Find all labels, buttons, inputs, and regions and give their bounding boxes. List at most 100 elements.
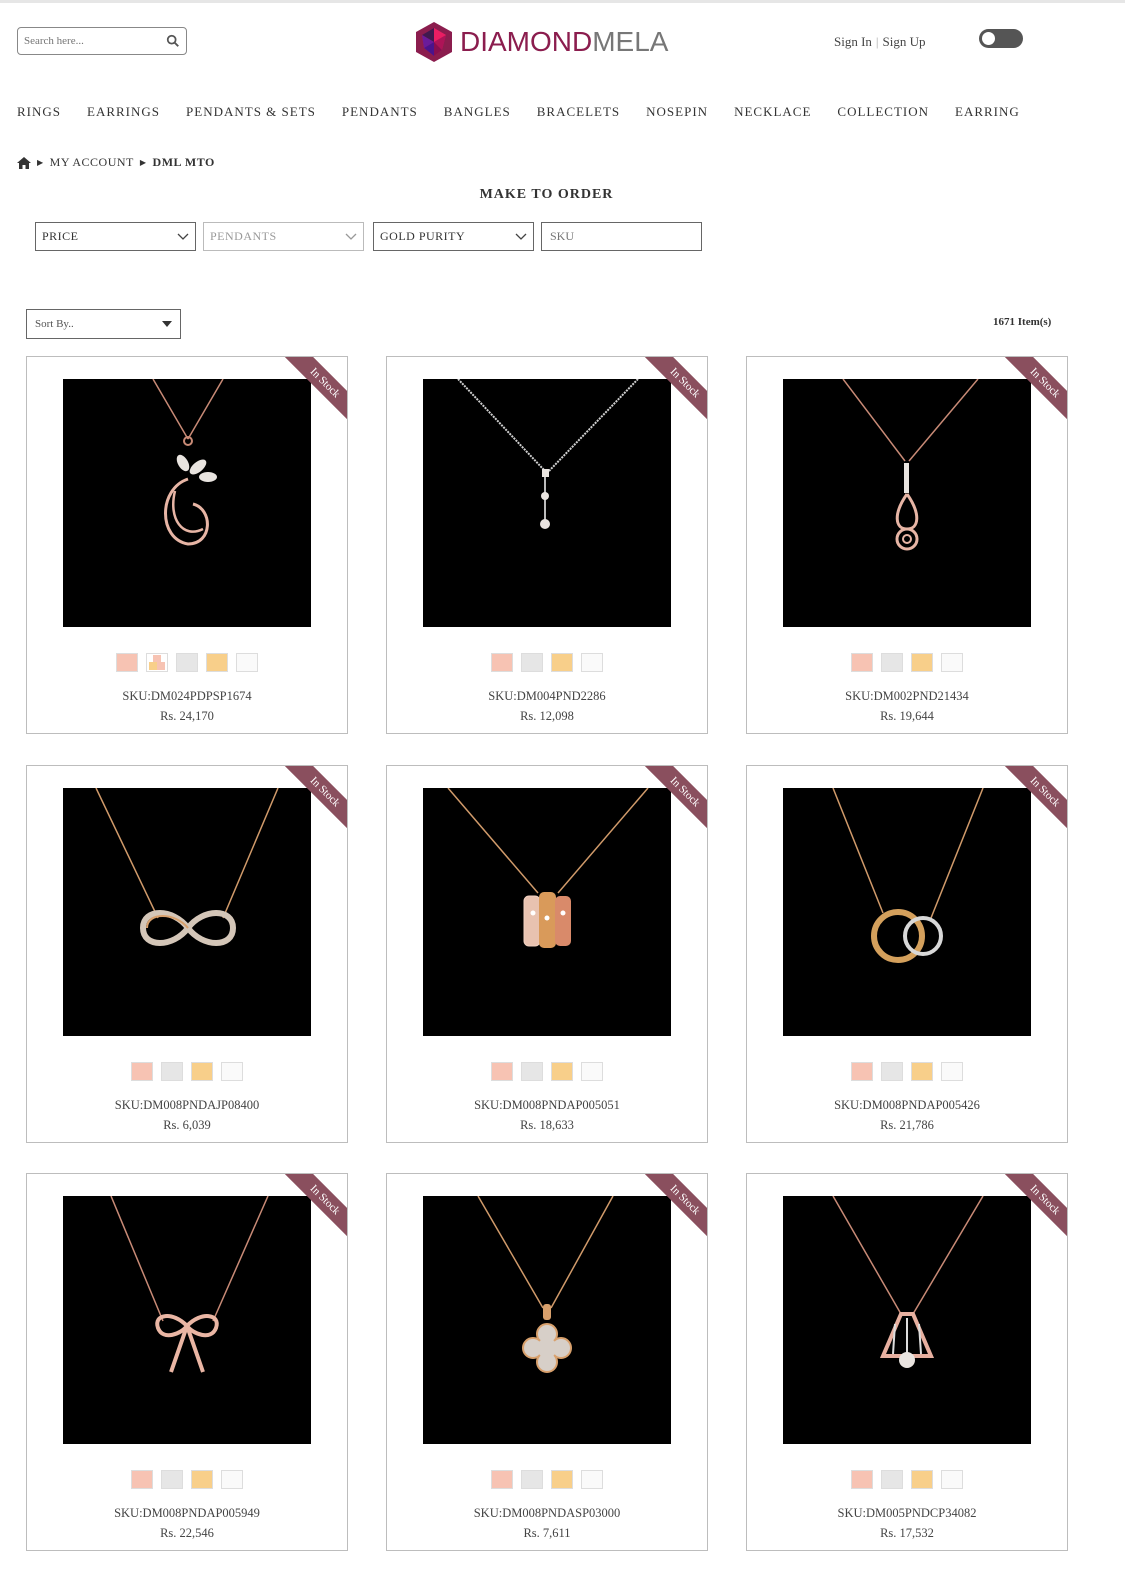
swatch-white[interactable] xyxy=(881,653,903,672)
in-stock-ribbon: In Stock xyxy=(637,766,707,836)
in-stock-ribbon: In Stock xyxy=(997,766,1067,836)
product-image[interactable] xyxy=(63,379,311,627)
product-image[interactable] xyxy=(783,788,1031,1036)
nav-item-necklace[interactable]: NECKLACE xyxy=(734,104,811,120)
brand-logo[interactable]: DIAMONDMELA xyxy=(412,18,668,66)
product-price: Rs. 21,786 xyxy=(880,1118,934,1132)
swatch-plat[interactable] xyxy=(581,1470,603,1489)
swatch-white[interactable] xyxy=(176,653,198,672)
metal-color-swatches xyxy=(27,1470,347,1489)
search-icon[interactable] xyxy=(166,34,180,48)
product-card[interactable]: In Stock SKU:DM002PND21434 Rs. 19,644 xyxy=(746,356,1068,734)
metal-color-swatches xyxy=(747,1470,1067,1489)
swatch-plat[interactable] xyxy=(581,653,603,672)
metal-color-swatches xyxy=(747,1062,1067,1081)
product-card[interactable]: In Stock SKU:DM008PNDAP005949 Rs. 22,546 xyxy=(26,1173,348,1551)
product-image[interactable] xyxy=(423,379,671,627)
in-stock-label: In Stock xyxy=(1002,1174,1067,1243)
swatch-plat[interactable] xyxy=(236,653,258,672)
swatch-rose[interactable] xyxy=(116,653,138,672)
swatch-rose[interactable] xyxy=(491,1470,513,1489)
category-filter[interactable]: PENDANTS xyxy=(203,222,364,251)
category-filter-label: PENDANTS xyxy=(210,229,277,243)
swatch-yellow[interactable] xyxy=(191,1470,213,1489)
swatch-white[interactable] xyxy=(521,1470,543,1489)
swatch-yellow[interactable] xyxy=(911,653,933,672)
swatch-plat[interactable] xyxy=(581,1062,603,1081)
nav-item-collection[interactable]: COLLECTION xyxy=(837,104,929,120)
swatch-yellow[interactable] xyxy=(551,1062,573,1081)
product-card[interactable]: In Stock SKU:DM005PNDCP34082 Rs. 17,532 xyxy=(746,1173,1068,1551)
product-price: Rs. 7,611 xyxy=(523,1526,571,1540)
swatch-yellow[interactable] xyxy=(206,653,228,672)
swatch-rose[interactable] xyxy=(851,653,873,672)
nav-item-earring[interactable]: EARRING xyxy=(955,104,1020,120)
in-stock-ribbon: In Stock xyxy=(637,357,707,427)
nav-item-pendants-sets[interactable]: PENDANTS & SETS xyxy=(186,104,316,120)
search-input[interactable] xyxy=(24,35,166,47)
swatch-plat[interactable] xyxy=(941,1470,963,1489)
gold-purity-filter[interactable]: GOLD PURITY xyxy=(373,222,534,251)
product-price: Rs. 6,039 xyxy=(163,1118,211,1132)
nav-item-bangles[interactable]: BANGLES xyxy=(444,104,511,120)
swatch-rose[interactable] xyxy=(131,1470,153,1489)
diamond-logo-icon xyxy=(416,22,452,62)
nav-item-bracelets[interactable]: BRACELETS xyxy=(537,104,620,120)
in-stock-label: In Stock xyxy=(1002,766,1067,835)
nav-item-earrings[interactable]: EARRINGS xyxy=(87,104,160,120)
product-card[interactable]: In Stock SKU:DM008PNDAP005051 Rs. 18,633 xyxy=(386,765,708,1143)
swatch-yellow[interactable] xyxy=(551,1470,573,1489)
in-stock-ribbon: In Stock xyxy=(277,766,347,836)
swatch-yellow[interactable] xyxy=(911,1470,933,1489)
breadcrumb-my-account[interactable]: MY ACCOUNT xyxy=(50,155,134,170)
swatch-white[interactable] xyxy=(521,653,543,672)
theme-toggle[interactable] xyxy=(979,29,1023,48)
chevron-down-icon xyxy=(345,233,357,240)
swatch-plat[interactable] xyxy=(221,1470,243,1489)
product-image[interactable] xyxy=(63,788,311,1036)
swatch-white[interactable] xyxy=(881,1062,903,1081)
product-card[interactable]: In Stock SKU:DM008PNDASP03000 Rs. 7,611 xyxy=(386,1173,708,1551)
sign-up-link[interactable]: Sign Up xyxy=(883,34,926,50)
home-icon[interactable] xyxy=(17,156,31,169)
product-image[interactable] xyxy=(783,379,1031,627)
swatch-yellow[interactable] xyxy=(191,1062,213,1081)
search-box[interactable] xyxy=(17,27,187,55)
product-image[interactable] xyxy=(63,1196,311,1444)
swatch-yellow[interactable] xyxy=(551,653,573,672)
swatch-rose[interactable] xyxy=(491,1062,513,1081)
price-filter[interactable]: PRICE xyxy=(35,222,196,251)
sku-input[interactable] xyxy=(541,222,702,251)
product-card[interactable]: In Stock SKU:DM008PNDAP005426 Rs. 21,786 xyxy=(746,765,1068,1143)
product-image[interactable] xyxy=(783,1196,1031,1444)
nav-item-pendants[interactable]: PENDANTS xyxy=(342,104,418,120)
swatch-multi[interactable] xyxy=(146,653,168,672)
swatch-plat[interactable] xyxy=(941,1062,963,1081)
product-sku: SKU:DM005PNDCP34082 xyxy=(837,1506,977,1520)
swatch-white[interactable] xyxy=(521,1062,543,1081)
nav-item-nosepin[interactable]: NOSEPIN xyxy=(646,104,708,120)
swatch-yellow[interactable] xyxy=(911,1062,933,1081)
swatch-rose[interactable] xyxy=(131,1062,153,1081)
swatch-rose[interactable] xyxy=(491,653,513,672)
swatch-rose[interactable] xyxy=(851,1062,873,1081)
sign-in-link[interactable]: Sign In xyxy=(834,34,872,50)
in-stock-ribbon: In Stock xyxy=(277,1174,347,1244)
product-image[interactable] xyxy=(423,1196,671,1444)
product-price: Rs. 17,532 xyxy=(880,1526,934,1540)
swatch-white[interactable] xyxy=(161,1470,183,1489)
product-card[interactable]: In Stock SKU:DM024PDPSP1674 Rs. 24,170 xyxy=(26,356,348,734)
swatch-white[interactable] xyxy=(881,1470,903,1489)
top-border xyxy=(0,0,1125,3)
in-stock-label: In Stock xyxy=(282,357,347,426)
swatch-plat[interactable] xyxy=(221,1062,243,1081)
sort-select[interactable]: Sort By.. xyxy=(26,309,181,339)
swatch-rose[interactable] xyxy=(851,1470,873,1489)
product-card[interactable]: In Stock SKU:DM008PNDAJP08400 Rs. 6,039 xyxy=(26,765,348,1143)
nav-item-rings[interactable]: RINGS xyxy=(17,104,61,120)
swatch-plat[interactable] xyxy=(941,653,963,672)
product-image[interactable] xyxy=(423,788,671,1036)
metal-color-swatches xyxy=(747,653,1067,672)
swatch-white[interactable] xyxy=(161,1062,183,1081)
product-card[interactable]: In Stock SKU:DM004PND2286 Rs. 12,098 xyxy=(386,356,708,734)
